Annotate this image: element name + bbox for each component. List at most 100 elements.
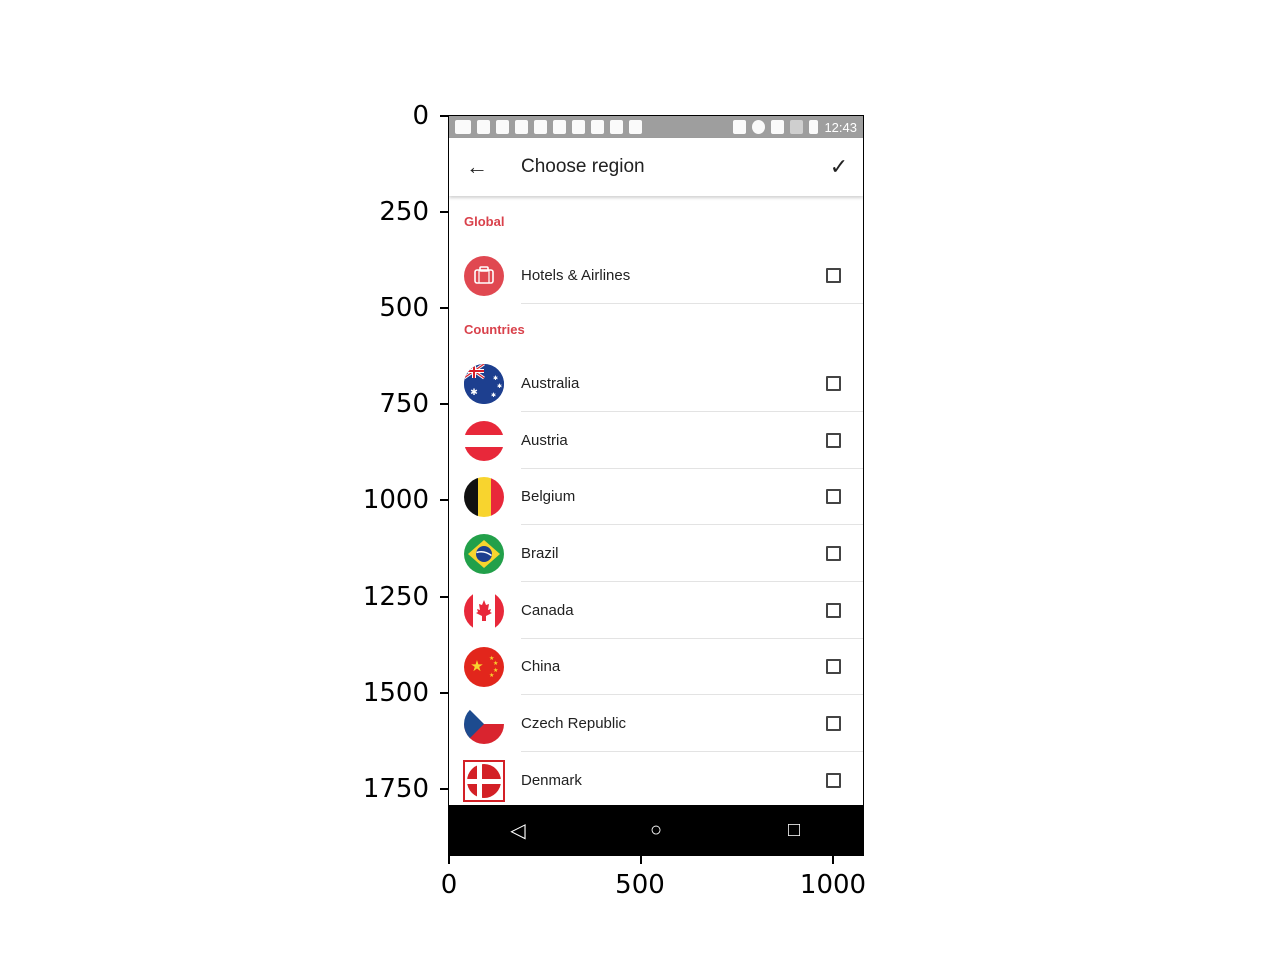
list-item-belgium[interactable]: Belgium xyxy=(449,469,863,525)
wifi-icon xyxy=(771,120,785,134)
app-icon xyxy=(572,120,585,134)
nav-back-button[interactable]: ◁ xyxy=(498,818,538,843)
bluetooth-icon xyxy=(733,120,747,134)
x-tick-500 xyxy=(640,856,642,864)
checkbox[interactable] xyxy=(826,716,841,731)
checkbox[interactable] xyxy=(826,546,841,561)
back-button[interactable]: ← xyxy=(449,138,505,196)
list-item-label: Belgium xyxy=(521,488,576,505)
checkbox[interactable] xyxy=(826,659,841,674)
checkbox[interactable] xyxy=(826,376,841,391)
phone-screen: 12:43 ← Choose region ✓ Global Hotels & … xyxy=(448,115,864,856)
signal-icon xyxy=(790,120,804,134)
brazil-flag-icon xyxy=(464,534,504,574)
y-tick-1500 xyxy=(440,692,448,694)
y-tick-750 xyxy=(440,403,448,405)
australia-flag-icon: ✱ ✱ ✱ ✱ xyxy=(464,364,504,404)
svg-text:✱: ✱ xyxy=(491,392,496,399)
czech-republic-flag-icon xyxy=(464,704,504,744)
suitcase-icon xyxy=(464,256,504,296)
message-icon xyxy=(455,120,471,134)
app-icon xyxy=(591,120,604,134)
checkbox[interactable] xyxy=(826,433,841,448)
svg-text:★: ★ xyxy=(493,660,498,667)
y-tick-label: 500 xyxy=(379,293,429,323)
china-flag-icon: ★ ★ ★ ★ ★ xyxy=(464,647,504,687)
image-icon xyxy=(553,120,566,134)
image-icon xyxy=(610,120,623,134)
list-item-label: Czech Republic xyxy=(521,715,627,732)
svg-text:✱: ✱ xyxy=(497,383,502,390)
x-tick-0 xyxy=(448,856,450,864)
x-tick-1000 xyxy=(832,856,834,864)
page-title: Choose region xyxy=(521,156,645,177)
section-header-countries: Countries xyxy=(464,322,525,337)
do-not-disturb-icon xyxy=(752,120,766,134)
y-tick-250 xyxy=(440,211,448,213)
nav-home-button[interactable]: ○ xyxy=(636,819,676,842)
list-item-label: Hotels & Airlines xyxy=(521,267,631,284)
arrow-left-icon: ← xyxy=(466,154,488,179)
list-item-canada[interactable]: Canada xyxy=(449,583,863,639)
y-tick-label: 1750 xyxy=(362,774,429,804)
x-tick-label: 0 xyxy=(440,870,458,900)
y-tick-label: 250 xyxy=(379,197,429,227)
svg-text:★: ★ xyxy=(489,672,494,679)
list-item-brazil[interactable]: Brazil xyxy=(449,526,863,582)
y-tick-label: 1000 xyxy=(362,485,429,515)
checkbox[interactable] xyxy=(826,603,841,618)
facebook-icon xyxy=(534,120,547,134)
y-tick-1250 xyxy=(440,596,448,598)
divider xyxy=(521,411,863,412)
checkbox[interactable] xyxy=(826,489,841,504)
y-tick-1750 xyxy=(440,788,448,790)
belgium-flag-icon xyxy=(464,477,504,517)
y-tick-1000 xyxy=(440,499,448,501)
list-item-austria[interactable]: Austria xyxy=(449,413,863,469)
battery-icon xyxy=(809,120,819,134)
checkbox[interactable] xyxy=(826,773,841,788)
list-item-hotels-airlines[interactable]: Hotels & Airlines xyxy=(449,248,863,304)
canada-flag-icon xyxy=(464,591,504,631)
facebook-icon xyxy=(515,120,528,134)
list-item-label: Australia xyxy=(521,375,580,392)
austria-flag-icon xyxy=(464,421,504,461)
divider xyxy=(521,751,863,752)
list-item-label: Austria xyxy=(521,432,568,449)
svg-text:✱: ✱ xyxy=(470,387,478,397)
confirm-button[interactable]: ✓ xyxy=(815,138,863,196)
list-item-denmark[interactable]: Denmark xyxy=(449,753,863,809)
app-icon xyxy=(629,120,642,134)
list-item-label: China xyxy=(521,658,561,675)
notification-icons xyxy=(455,120,642,134)
x-tick-label: 500 xyxy=(615,870,665,900)
list-item-label: Denmark xyxy=(521,772,582,789)
list-item-label: Canada xyxy=(521,602,574,619)
list-item-czech-republic[interactable]: Czech Republic xyxy=(449,696,863,752)
y-tick-label: 750 xyxy=(379,389,429,419)
divider xyxy=(521,303,863,304)
y-tick-label: 0 xyxy=(412,101,429,131)
status-bar: 12:43 xyxy=(449,116,863,138)
svg-text:★: ★ xyxy=(470,658,483,675)
y-tick-500 xyxy=(440,307,448,309)
facebook-icon xyxy=(496,120,509,134)
facebook-icon xyxy=(477,120,490,134)
section-header-global: Global xyxy=(464,214,505,229)
divider xyxy=(521,694,863,695)
divider xyxy=(521,524,863,525)
system-icons: 12:43 xyxy=(733,120,857,135)
system-nav-bar: ◁ ○ □ xyxy=(449,805,863,855)
y-tick-label: 1250 xyxy=(362,582,429,612)
y-tick-0 xyxy=(440,115,448,117)
svg-text:✱: ✱ xyxy=(493,375,498,382)
app-bar: ← Choose region ✓ xyxy=(449,138,863,196)
checkbox[interactable] xyxy=(826,268,841,283)
denmark-flag-icon xyxy=(463,760,505,802)
divider xyxy=(521,581,863,582)
nav-recents-button[interactable]: □ xyxy=(774,819,814,842)
y-tick-label: 1500 xyxy=(362,678,429,708)
list-item-china[interactable]: ★ ★ ★ ★ ★ China xyxy=(449,639,863,695)
list-item-australia[interactable]: ✱ ✱ ✱ ✱ Australia xyxy=(449,356,863,412)
status-time: 12:43 xyxy=(824,119,857,135)
